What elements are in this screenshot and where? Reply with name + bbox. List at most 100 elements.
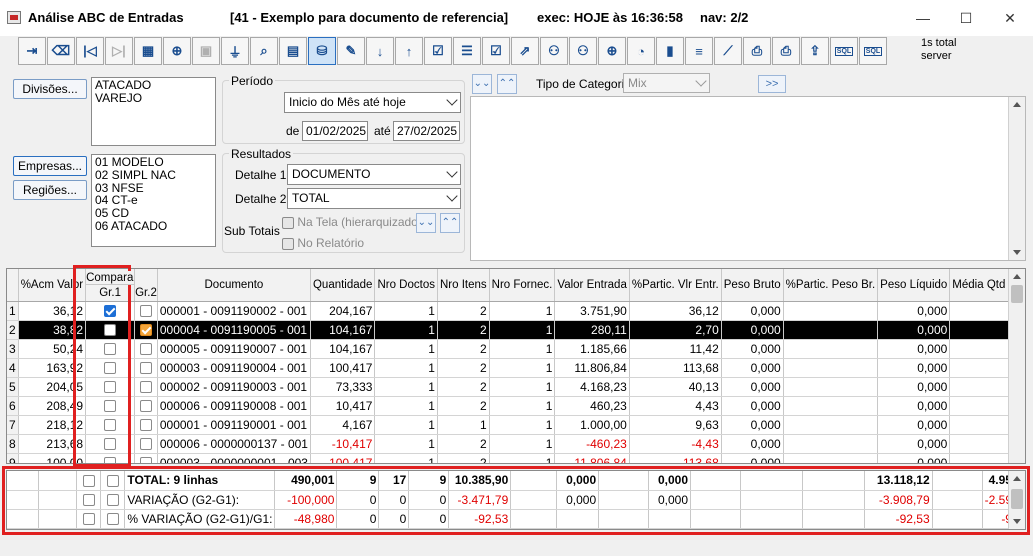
sql-icon[interactable]: SQL xyxy=(830,37,858,65)
group2-checkbox[interactable] xyxy=(106,494,119,507)
bar-chart-icon[interactable]: ▮ xyxy=(656,37,684,65)
na-tela-option[interactable]: Na Tela (hierarquizado) xyxy=(282,215,422,229)
last-icon[interactable]: ▷| xyxy=(105,37,133,65)
empresas-button[interactable]: Empresas... xyxy=(13,156,87,176)
group1-checkbox[interactable] xyxy=(104,381,117,394)
group2-checkbox[interactable] xyxy=(139,419,152,432)
divisoes-button[interactable]: Divisões... xyxy=(13,79,87,99)
detalhe1-select[interactable]: DOCUMENTO xyxy=(287,164,461,185)
group1-checkbox[interactable] xyxy=(104,343,117,356)
totals-row[interactable]: TOTAL: 9 linhas 490,001 9 17 9 10.385,90 0,000… xyxy=(7,471,1025,491)
tree-icon[interactable]: ⚇ xyxy=(569,37,597,65)
column-header[interactable]: %Acm Valor xyxy=(18,269,87,302)
totals-row[interactable]: % VARIAÇÃO (G2-G1)/G1: -48,980 0 0 0 -92,53 -9… xyxy=(7,509,1025,529)
group2-checkbox[interactable] xyxy=(139,457,152,463)
group2-checkbox[interactable] xyxy=(139,438,152,451)
checklist-icon[interactable]: ☰ xyxy=(453,37,481,65)
close-icon[interactable]: ✕ xyxy=(995,6,1025,30)
exit-icon[interactable]: ⇥ xyxy=(18,37,46,65)
group1-checkbox[interactable] xyxy=(104,419,117,432)
scroll-thumb[interactable] xyxy=(1011,489,1023,509)
empresa-item[interactable]: 02 SIMPL NAC xyxy=(95,168,212,182)
tipo-categoria-select[interactable]: Mix xyxy=(623,73,710,93)
table-row[interactable]: 7 218,12 000001 - 0091190001 - 001 4,167 1 1 1… xyxy=(7,415,1025,435)
totals-row[interactable]: VARIAÇÃO (G2-G1): -100,000 0 0 0 -3.471,79 0,0… xyxy=(7,490,1025,510)
group1-checkbox[interactable] xyxy=(104,305,117,318)
group1-checkbox[interactable] xyxy=(82,494,95,507)
table-row[interactable]: 4 163,92 000003 - 0091190004 - 001 100,417 1… xyxy=(7,358,1025,378)
date-to-input[interactable]: 27/02/2025 xyxy=(393,121,460,141)
column-header[interactable] xyxy=(7,269,19,302)
filter-icon[interactable]: ⏚ xyxy=(221,37,249,65)
table-row[interactable]: 8 213,68 000006 - 0000000137 - 001 -10,417 1… xyxy=(7,434,1025,454)
detalhe2-select[interactable]: TOTAL xyxy=(287,188,461,209)
sql-icon[interactable]: SQL xyxy=(859,37,887,65)
network-icon[interactable]: ⛁ xyxy=(308,37,336,65)
group2-checkbox[interactable] xyxy=(139,400,152,413)
expand-down-icon[interactable]: ⌄⌄ xyxy=(416,213,436,233)
collapse-up-icon[interactable]: ⌃⌃ xyxy=(497,74,517,94)
column-header[interactable]: Valor Entrada xyxy=(554,269,630,302)
divisoes-list[interactable]: ATACADO VAREJO xyxy=(91,77,216,146)
column-header[interactable]: Nro Doctos xyxy=(374,269,438,302)
sort-desc-icon[interactable]: ↑ xyxy=(395,37,423,65)
empresa-item[interactable]: 01 MODELO xyxy=(95,156,212,169)
group1-checkbox[interactable] xyxy=(104,400,117,413)
checklist-icon[interactable]: ☑ xyxy=(482,37,510,65)
na-tela-checkbox[interactable] xyxy=(282,216,294,229)
group1-checkbox[interactable] xyxy=(82,513,95,526)
totals-grid[interactable]: TOTAL: 9 linhas 490,001 9 17 9 10.385,90 0,000… xyxy=(6,470,1026,530)
scroll-up-icon[interactable] xyxy=(1013,274,1021,279)
sort-asc-icon[interactable]: ↓ xyxy=(366,37,394,65)
lines-icon[interactable]: ≡ xyxy=(685,37,713,65)
totals-scrollbar[interactable] xyxy=(1008,471,1025,529)
minimize-icon[interactable]: — xyxy=(908,6,938,30)
search-icon[interactable]: ⌕ xyxy=(250,37,278,65)
expand-down-icon[interactable]: ⌄⌄ xyxy=(472,74,492,94)
print-icon[interactable]: ⎙ xyxy=(743,37,771,65)
column-header[interactable]: Gr.2 xyxy=(134,269,158,302)
group2-checkbox[interactable] xyxy=(106,475,119,488)
group2-checkbox[interactable] xyxy=(139,381,152,394)
grid-scrollbar[interactable] xyxy=(1008,269,1025,463)
periodo-select[interactable]: Inicio do Mês até hoje xyxy=(284,92,461,113)
group1-checkbox[interactable] xyxy=(104,324,117,337)
date-from-input[interactable]: 01/02/2025 xyxy=(302,121,368,141)
edit-icon[interactable]: ✎ xyxy=(337,37,365,65)
eraser-icon[interactable]: ⌫ xyxy=(47,37,75,65)
categoria-tree-panel[interactable] xyxy=(470,96,1026,261)
group1-checkbox[interactable] xyxy=(104,362,117,375)
checklist-icon[interactable]: ☑ xyxy=(424,37,452,65)
print-preview-icon[interactable]: ⎙ xyxy=(772,37,800,65)
empresas-list[interactable]: 01 MODELO 02 SIMPL NAC 03 NFSE 04 CT-e 05 CD… xyxy=(91,154,216,247)
save-icon[interactable]: ▣ xyxy=(192,37,220,65)
categoria-scrollbar[interactable] xyxy=(1008,97,1025,260)
divisao-item[interactable]: VAREJO xyxy=(95,91,212,105)
zoom-icon[interactable]: ⊕ xyxy=(598,37,626,65)
scroll-up-icon[interactable] xyxy=(1013,476,1021,481)
table-row[interactable]: 9 100,00 000003 - 0000000001 - 003 -100,417… xyxy=(7,453,1025,463)
group2-checkbox[interactable] xyxy=(139,362,152,375)
line-chart-icon[interactable]: ⟋ xyxy=(714,37,742,65)
column-header[interactable]: Nro Fornec. xyxy=(489,269,556,302)
column-header[interactable]: Nro Itens xyxy=(437,269,490,302)
column-header[interactable]: %Partic. Vlr Entr. xyxy=(629,269,722,302)
first-icon[interactable]: |◁ xyxy=(76,37,104,65)
table-row[interactable]: 1 36,12 000001 - 0091190002 - 001 204,167 1 2… xyxy=(7,301,1025,321)
data-grid[interactable]: %Acm Valor Comparar Gr.1 Gr.2 Documento Quant… xyxy=(6,268,1026,464)
table-row[interactable]: 6 208,49 000006 - 0091190008 - 001 10,417 1 2… xyxy=(7,396,1025,416)
scroll-up-icon[interactable] xyxy=(1013,102,1021,107)
calculator-icon[interactable]: ▤ xyxy=(279,37,307,65)
group2-checkbox[interactable] xyxy=(106,513,119,526)
regioes-button[interactable]: Regiões... xyxy=(13,180,87,200)
next-button[interactable]: >> xyxy=(758,75,786,93)
scroll-down-icon[interactable] xyxy=(1013,250,1021,255)
no-relatorio-option[interactable]: No Relatório xyxy=(282,236,364,250)
table-icon[interactable]: ▦ xyxy=(134,37,162,65)
divisao-item[interactable]: ATACADO xyxy=(95,79,212,92)
column-header[interactable]: Documento xyxy=(157,269,311,302)
group1-checkbox[interactable] xyxy=(104,438,117,451)
tree-icon[interactable]: ⚇ xyxy=(540,37,568,65)
column-header[interactable]: Peso Líquido xyxy=(877,269,951,302)
group2-checkbox[interactable] xyxy=(139,305,152,318)
